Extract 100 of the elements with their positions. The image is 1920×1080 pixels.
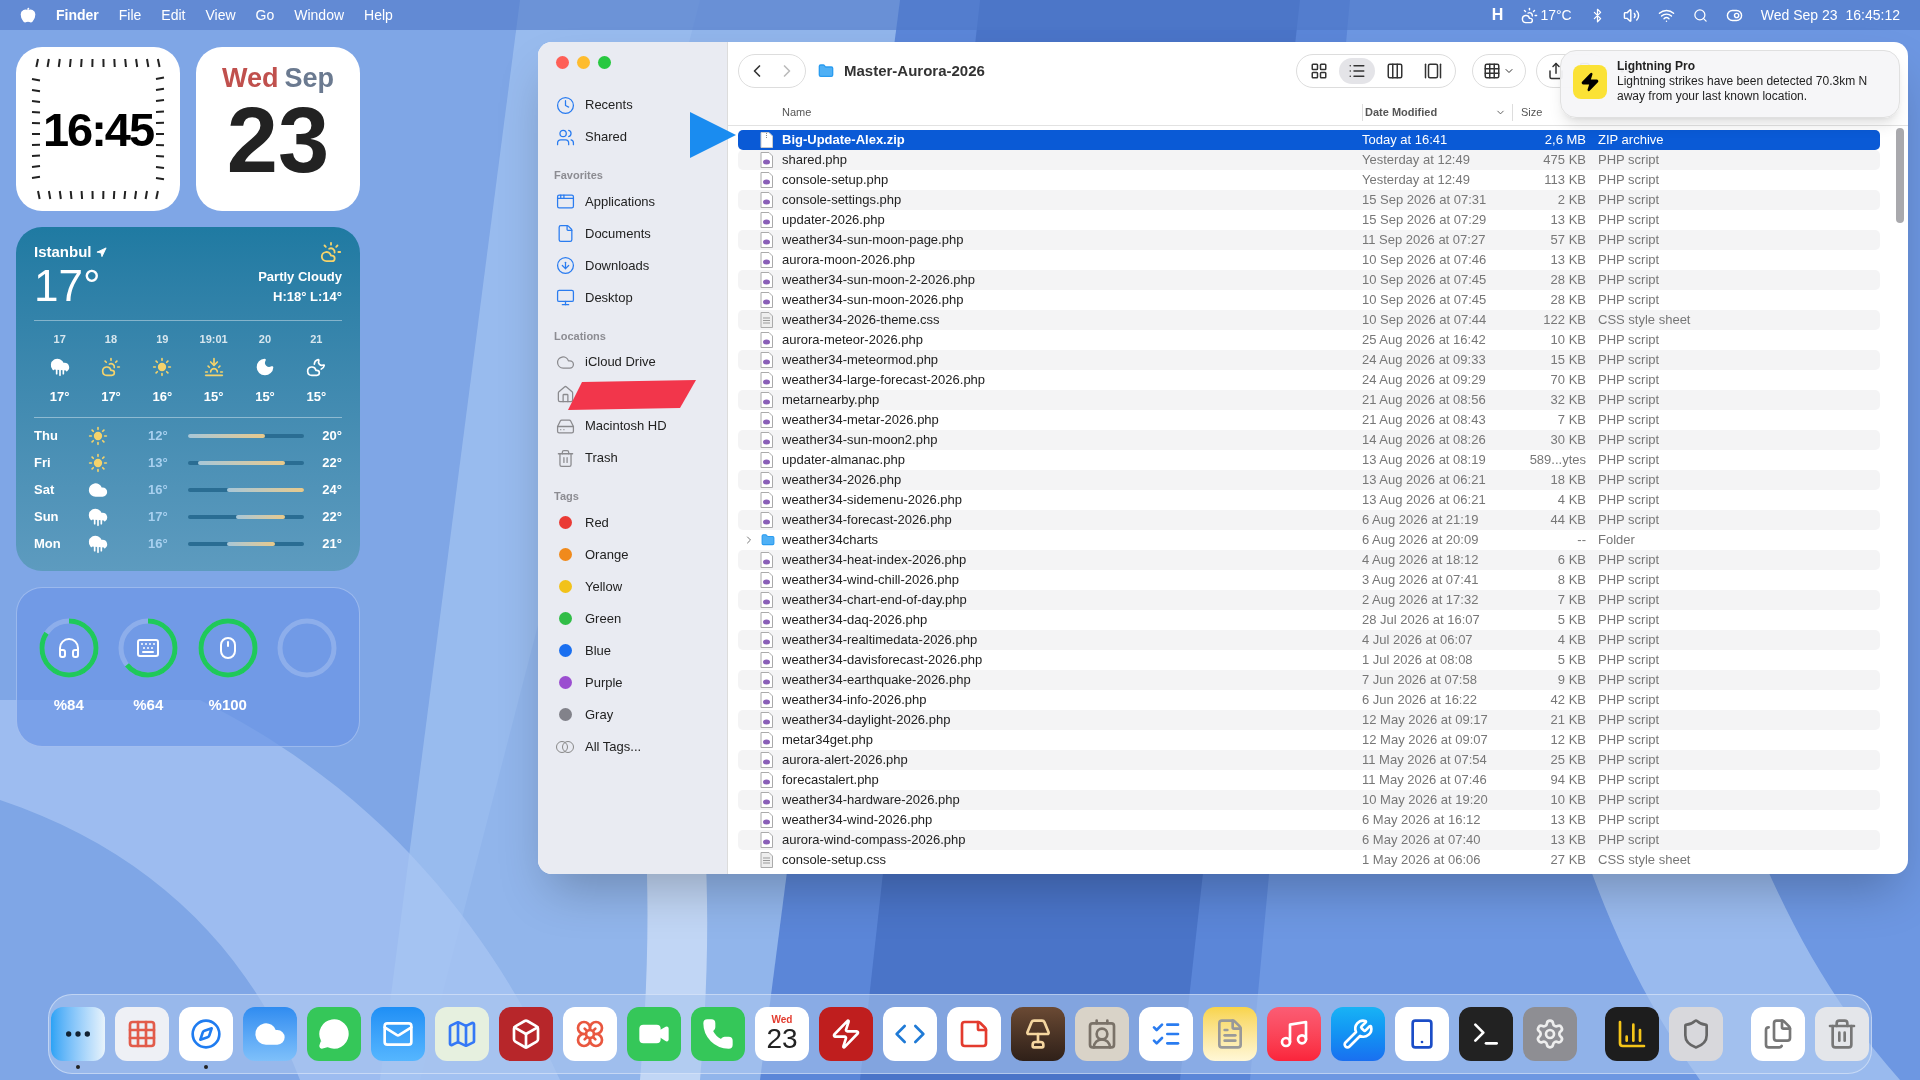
sidebar-item[interactable]: Orange [538, 538, 727, 571]
map-icon[interactable] [435, 1007, 489, 1061]
column-header[interactable]: Date Modified [1362, 104, 1512, 121]
file-row[interactable]: aurora-meteor-2026.php 25 Aug 2026 at 16:42 10 KB PHP script [738, 330, 1880, 350]
file-row[interactable]: weather34-wind-2026.php 6 May 2026 at 16:12 13 KB PHP script [738, 810, 1880, 830]
sidebar-item[interactable]: iCloud Drive [538, 346, 727, 378]
flower-icon[interactable] [563, 1007, 617, 1061]
compass-icon[interactable] [179, 1007, 233, 1061]
file-row[interactable]: weather34-sun-moon2.php 14 Aug 2026 at 08:26 30 KB PHP script [738, 430, 1880, 450]
sidebar-item[interactable]: Applications [538, 185, 727, 218]
file-row[interactable]: weather34-sun-moon-page.php 11 Sep 2026 at 07:27 57 KB PHP script [738, 230, 1880, 250]
file-row[interactable]: weather34-daq-2026.php 28 Jul 2026 at 16:07 5 KB PHP script [738, 610, 1880, 630]
file-row[interactable]: forecastalert.php 11 May 2026 at 07:46 94 KB PHP script [738, 770, 1880, 790]
file-row[interactable]: weather34-realtimedata-2026.php 4 Jul 2026 at 06:07 4 KB PHP script [738, 630, 1880, 650]
temperature-status[interactable]: 17°C [1540, 4, 1572, 26]
video-camera-icon[interactable] [627, 1007, 681, 1061]
file-row[interactable]: updater-almanac.php 13 Aug 2026 at 08:19 589...ytes PHP script [738, 450, 1880, 470]
lightning-bolt-icon[interactable] [819, 1007, 873, 1061]
tools-icon[interactable] [1331, 1007, 1385, 1061]
music-note-icon[interactable] [1267, 1007, 1321, 1061]
sidebar-item[interactable]: Red [538, 506, 727, 539]
app-grid-icon[interactable] [115, 1007, 169, 1061]
note-tile-icon[interactable] [947, 1007, 1001, 1061]
sidebar-item[interactable]: Shared [538, 121, 727, 153]
phone-icon[interactable] [691, 1007, 745, 1061]
date-modified: 6 May 2026 at 07:40 [1362, 831, 1482, 850]
scrollbar[interactable] [1896, 128, 1904, 223]
notification[interactable]: Lightning Pro Lightning strikes have been detected 70.3km N away from your last known location. [1560, 50, 1900, 118]
sidebar-item[interactable]: All Tags... [538, 730, 727, 763]
file-row[interactable]: weather34-wind-chill-2026.php 3 Aug 2026 at 07:41 8 KB PHP script [738, 570, 1880, 590]
speech-bubble-icon[interactable] [307, 1007, 361, 1061]
high-temperature: 22° [321, 454, 342, 473]
trash-icon[interactable] [1815, 1007, 1869, 1061]
weather-icon[interactable] [1521, 6, 1539, 24]
file-row[interactable]: weather34-sidemenu-2026.php 13 Aug 2026 at 06:21 4 KB PHP script [738, 490, 1880, 510]
file-row[interactable]: weather34-sun-moon-2-2026.php 10 Sep 2026 at 07:45 28 KB PHP script [738, 270, 1880, 290]
terminal-icon[interactable] [1459, 1007, 1513, 1061]
file-row[interactable]: weather34-earthquake-2026.php 7 Jun 2026 at 07:58 9 KB PHP script [738, 670, 1880, 690]
menu-bar-date[interactable]: Wed Sep 23 [1760, 4, 1838, 26]
menu-bar-time[interactable]: 16:45:12 [1845, 4, 1900, 26]
file-row[interactable]: weather34-2026.php 13 Aug 2026 at 06:21 18 KB PHP script [738, 470, 1880, 490]
file-size: 32 KB [1549, 391, 1586, 410]
apple-menu-icon[interactable] [20, 7, 36, 23]
phone-device-icon[interactable] [1395, 1007, 1449, 1061]
sidebar-item[interactable]: Gray [538, 698, 727, 731]
file-row[interactable]: metarnearby.php 21 Aug 2026 at 08:56 32 KB PHP script [738, 390, 1880, 410]
sidebar-item[interactable]: Yellow [538, 570, 727, 603]
file-row[interactable]: aurora-moon-2026.php 10 Sep 2026 at 07:46 13 KB PHP script [738, 250, 1880, 270]
zoom-button[interactable] [598, 56, 611, 69]
file-row[interactable]: weather34-hardware-2026.php 10 May 2026 at 19:20 10 KB PHP script [738, 790, 1880, 810]
checklist-icon[interactable] [1139, 1007, 1193, 1061]
hour-temperature: 16° [152, 388, 173, 406]
column-header[interactable]: Name [780, 104, 1362, 121]
sidebar-item[interactable]: Trash [538, 442, 727, 474]
file-row[interactable]: updater-2026.php 15 Sep 2026 at 07:29 13 KB PHP script [738, 210, 1880, 230]
calendar-app-icon[interactable]: Wed 23 [755, 1007, 809, 1061]
file-row[interactable]: weather34-heat-index-2026.php 4 Aug 2026 at 18:12 6 KB PHP script [738, 550, 1880, 570]
shield-icon[interactable] [1669, 1007, 1723, 1061]
file-row[interactable]: weather34-2026-theme.css 10 Sep 2026 at 07:44 122 KB CSS style sheet [738, 310, 1880, 330]
contact-icon[interactable] [1075, 1007, 1129, 1061]
file-row[interactable]: aurora-alert-2026.php 11 May 2026 at 07:54 25 KB PHP script [738, 750, 1880, 770]
file-row[interactable]: weather34-metar-2026.php 21 Aug 2026 at 08:43 7 KB PHP script [738, 410, 1880, 430]
cube-icon[interactable] [499, 1007, 553, 1061]
sidebar-item[interactable]: Blue [538, 634, 727, 667]
code-icon[interactable] [883, 1007, 937, 1061]
cloud-icon[interactable] [243, 1007, 297, 1061]
view-button[interactable] [1339, 58, 1375, 84]
settings-icon[interactable] [1523, 1007, 1577, 1061]
file-row[interactable]: shared.php Yesterday at 12:49 475 KB PHP script [738, 150, 1880, 170]
file-row[interactable]: console-settings.php 15 Sep 2026 at 07:31 2 KB PHP script [738, 190, 1880, 210]
file-row[interactable]: console-setup.css 1 May 2026 at 06:06 27 KB CSS style sheet [738, 850, 1880, 870]
file-row[interactable]: weather34charts 6 Aug 2026 at 20:09 -- Folder [738, 530, 1880, 550]
search-icon[interactable] [1692, 7, 1708, 23]
file-row[interactable]: weather34-davisforecast-2026.php 1 Jul 2026 at 08:08 5 KB PHP script [738, 650, 1880, 670]
status-item[interactable]: H [1491, 3, 1504, 27]
file-row[interactable]: weather34-chart-end-of-day.php 2 Aug 2026 at 17:32 7 KB PHP script [738, 590, 1880, 610]
file-row[interactable]: weather34-daylight-2026.php 12 May 2026 at 09:17 21 KB PHP script [738, 710, 1880, 730]
file-row[interactable]: weather34-sun-moon-2026.php 10 Sep 2026 at 07:45 28 KB PHP script [738, 290, 1880, 310]
file-row[interactable]: metar34get.php 12 May 2026 at 09:07 12 KB PHP script [738, 730, 1880, 750]
notepad-icon[interactable] [1203, 1007, 1257, 1061]
file-row[interactable]: weather34-info-2026.php 6 Jun 2026 at 16:22 42 KB PHP script [738, 690, 1880, 710]
file-row[interactable]: aurora-wind-compass-2026.php 6 May 2026 at 07:40 13 KB PHP script [738, 830, 1880, 850]
file-row[interactable]: console-setup.php Yesterday at 12:49 113 KB PHP script [738, 170, 1880, 190]
envelope-icon[interactable] [371, 1007, 425, 1061]
sidebar-item[interactable]: Desktop [538, 281, 727, 314]
sidebar-item[interactable]: Green [538, 602, 727, 635]
sidebar-item[interactable]: Recents [538, 89, 727, 121]
file-row[interactable]: weather34-meteormod.php 24 Aug 2026 at 09:33 15 KB PHP script [738, 350, 1880, 370]
sidebar-item[interactable]: Purple [538, 666, 727, 699]
sidebar-item[interactable]: Downloads [538, 249, 727, 282]
file-row[interactable]: weather34-forecast-2026.php 6 Aug 2026 at 21:19 44 KB PHP script [738, 510, 1880, 530]
volume-icon[interactable] [1622, 6, 1640, 24]
sidebar-item[interactable]: Macintosh HD [538, 410, 727, 442]
document-stack-icon[interactable] [1751, 1007, 1805, 1061]
sidebar-item[interactable]: Documents [538, 217, 727, 250]
bar-chart-icon[interactable] [1605, 1007, 1659, 1061]
file-row[interactable]: Big-Update-Alex.zip Today at 16:41 2,6 MB ZIP archive [738, 130, 1880, 150]
close-button[interactable] [556, 56, 569, 69]
file-row[interactable]: weather34-large-forecast-2026.php 24 Aug 2026 at 09:29 70 KB PHP script [738, 370, 1880, 390]
lamp-icon[interactable] [1011, 1007, 1065, 1061]
